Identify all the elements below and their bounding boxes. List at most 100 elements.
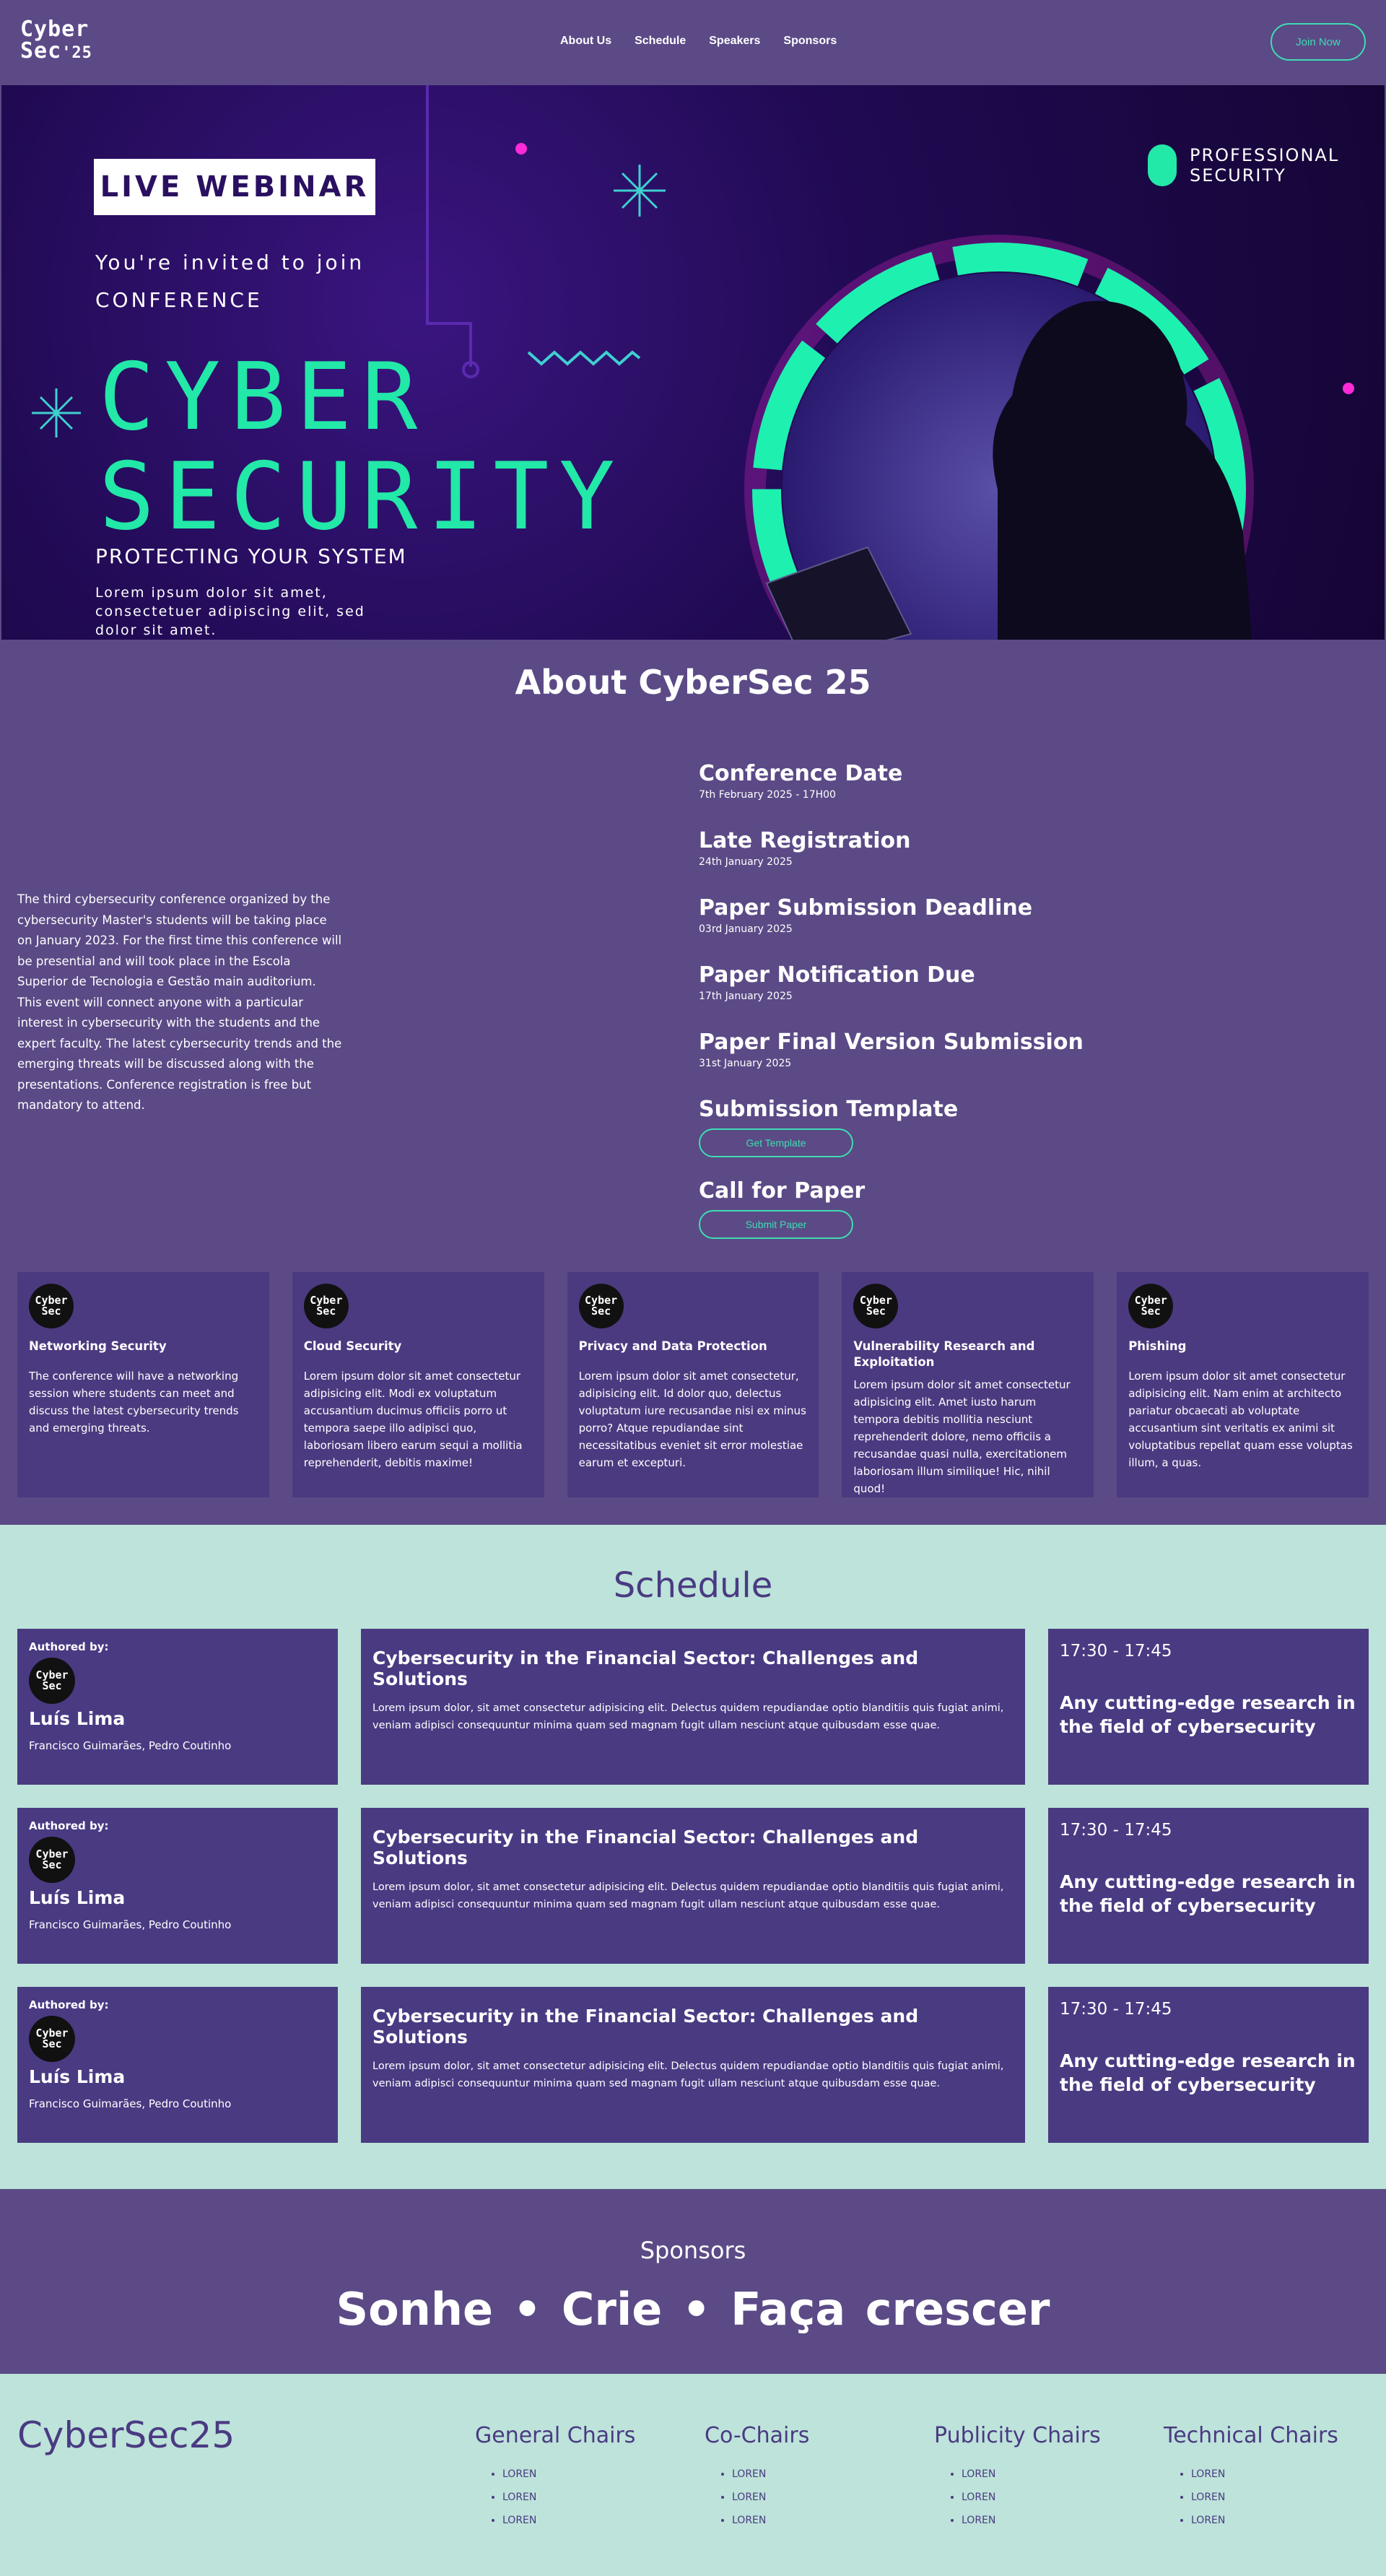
call-for-paper-title: Call for Paper [699,1178,866,1204]
schedule-row: Authored by: Cyber Sec Luís Lima Francisc… [17,1987,1369,2143]
talk-title: Cybersecurity in the Financial Sector: C… [372,2006,919,2048]
date-item: Paper Notification Due 17th January 2025 [699,961,1204,1028]
logo-suffix: '25 [61,44,92,62]
sponsors-slogan: Sonhe • Crie • Faça crescer [336,2283,1050,2336]
author-card: Authored by: Cyber Sec Luís Lima Francisc… [17,1808,338,1964]
hero-title-line-1: CYBER [99,344,428,451]
site-footer: CyberSec25 General Chairs LOREN LOREN LO… [0,2374,1386,2576]
cybersec-logo-icon: Cyber Sec [1128,1284,1174,1328]
date-value: 7th February 2025 - 17H00 [699,789,836,801]
date-title: Late Registration [699,828,911,853]
logo-line-2: Sec [20,38,62,64]
footer-column-title: Technical Chairs [1164,2423,1338,2448]
footer-list-item: LOREN [962,2463,1101,2486]
circuit-line-decor [426,85,472,367]
time-card: 17:30 - 17:45 Any cutting-edge research … [1048,1629,1369,1785]
call-for-paper-block: Call for Paper Submit Paper [699,1177,1204,1244]
date-value: 03rd January 2025 [699,923,793,935]
talk-card: Cybersecurity in the Financial Sector: C… [361,1629,1025,1785]
submission-template-title: Submission Template [699,1097,959,1122]
talk-time: 17:30 - 17:45 [1060,2000,1172,2019]
time-card: 17:30 - 17:45 Any cutting-edge research … [1048,1987,1369,2143]
date-title: Paper Notification Due [699,962,975,988]
pink-dot-decor [1343,383,1354,394]
submit-paper-button[interactable]: Submit Paper [699,1210,853,1239]
cybersec-logo-icon: Cyber Sec [303,1284,349,1328]
footer-column-co-chairs: Co-Chairs LOREN LOREN LOREN [705,2423,809,2532]
footer-list-item: LOREN [732,2509,809,2532]
talk-description: Lorem ipsum dolor, sit amet consectetur … [372,1881,1004,1910]
invite-line-1: You're invited to join [95,251,365,274]
talk-topic: Any cutting-edge research in the field o… [1060,1692,1356,1737]
date-value: 24th January 2025 [699,856,793,868]
footer-brand: CyberSec25 [17,2414,235,2456]
site-logo[interactable]: Cyber Sec'25 [20,19,92,64]
speaker-name: Luís Lima [29,1887,126,1908]
sponsors-section: Sponsors Sonhe • Crie • Faça crescer [0,2189,1386,2374]
coauthors: Francisco Guimarães, Pedro Coutinho [29,1918,232,1931]
topic-text: Lorem ipsum dolor sit amet consectetur, … [578,1370,806,1469]
footer-column-title: General Chairs [475,2423,636,2448]
topic-card: Cyber Sec Privacy and Data Protection Lor… [567,1272,819,1497]
topic-title: Vulnerability Research and Exploitation [853,1339,1035,1369]
logo-line-1: Cyber [20,17,90,42]
authored-by-label: Authored by: [29,1998,109,2011]
about-description: The third cybersecurity conference organ… [17,892,342,1112]
topic-text: Lorem ipsum dolor sit amet consectetur a… [303,1370,523,1469]
hero-banner: LIVE WEBINAR You're invited to join CONF… [1,85,1385,640]
date-title: Paper Submission Deadline [699,895,1033,921]
footer-list-item: LOREN [1191,2509,1338,2532]
author-card: Authored by: Cyber Sec Luís Lima Francisc… [17,1987,338,2143]
date-title: Paper Final Version Submission [699,1030,1084,1055]
footer-column-title: Publicity Chairs [934,2423,1101,2448]
live-webinar-badge: LIVE WEBINAR [94,159,375,215]
topic-card: Cyber Sec Cloud Security Lorem ipsum dolo… [292,1272,544,1497]
topic-title: Phishing [1128,1339,1187,1353]
date-item: Conference Date 7th February 2025 - 17H0… [699,760,1204,827]
talk-card: Cybersecurity in the Financial Sector: C… [361,1987,1025,2143]
cybersec-logo-icon: Cyber Sec [578,1284,624,1328]
date-item: Paper Submission Deadline 03rd January 2… [699,894,1204,961]
topic-text: Lorem ipsum dolor sit amet consectetur a… [853,1378,1071,1495]
nav-link-speakers[interactable]: Speakers [709,35,760,48]
sparkle-icon [614,165,666,217]
schedule-row: Authored by: Cyber Sec Luís Lima Francisc… [17,1808,1369,1964]
schedule-row: Authored by: Cyber Sec Luís Lima Francisc… [17,1629,1369,1785]
footer-column-publicity-chairs: Publicity Chairs LOREN LOREN LOREN [934,2423,1101,2532]
nav-link-sponsors[interactable]: Sponsors [783,35,837,48]
footer-list-item: LOREN [502,2486,635,2509]
hacker-silhouette [993,300,1252,640]
footer-column-general-chairs: General Chairs LOREN LOREN LOREN [475,2423,635,2532]
speaker-avatar: Cyber Sec [29,2016,75,2062]
get-template-button[interactable]: Get Template [699,1128,853,1157]
invite-text: You're invited to join CONFERENCE [95,244,365,319]
footer-list-item: LOREN [732,2463,809,2486]
talk-card: Cybersecurity in the Financial Sector: C… [361,1808,1025,1964]
topic-text: The conference will have a networking se… [29,1370,239,1435]
footer-list-item: LOREN [502,2509,635,2532]
topic-title: Networking Security [29,1339,167,1353]
authored-by-label: Authored by: [29,1640,109,1653]
schedule-title: Schedule [613,1565,773,1606]
join-now-button[interactable]: Join Now [1270,23,1366,61]
topic-card: Cyber Sec Phishing Lorem ipsum dolor sit … [1117,1272,1369,1497]
footer-column-title: Co-Chairs [705,2423,810,2448]
time-card: 17:30 - 17:45 Any cutting-edge research … [1048,1808,1369,1964]
date-value: 31st January 2025 [699,1058,792,1069]
talk-topic: Any cutting-edge research in the field o… [1060,2050,1356,2095]
submission-template-block: Submission Template Get Template [699,1095,1204,1177]
top-navbar: Cyber Sec'25 About Us Schedule Speakers … [0,0,1386,85]
topic-text: Lorem ipsum dolor sit amet consectetur a… [1128,1370,1353,1469]
footer-list-item: LOREN [1191,2486,1338,2509]
coauthors: Francisco Guimarães, Pedro Coutinho [29,2097,232,2110]
talk-title: Cybersecurity in the Financial Sector: C… [372,1827,919,1868]
nav-link-schedule[interactable]: Schedule [635,35,686,48]
talk-time: 17:30 - 17:45 [1060,1642,1172,1661]
nav-link-about-us[interactable]: About Us [560,35,611,48]
pink-dot-decor [515,143,527,155]
cybersec-logo-icon: Cyber Sec [29,1284,74,1328]
talk-description: Lorem ipsum dolor, sit amet consectetur … [372,2061,1004,2089]
sponsors-title: Sponsors [640,2237,746,2264]
topic-cards: Cyber Sec Networking Security The confere… [17,1272,1369,1497]
talk-title: Cybersecurity in the Financial Sector: C… [372,1648,919,1689]
